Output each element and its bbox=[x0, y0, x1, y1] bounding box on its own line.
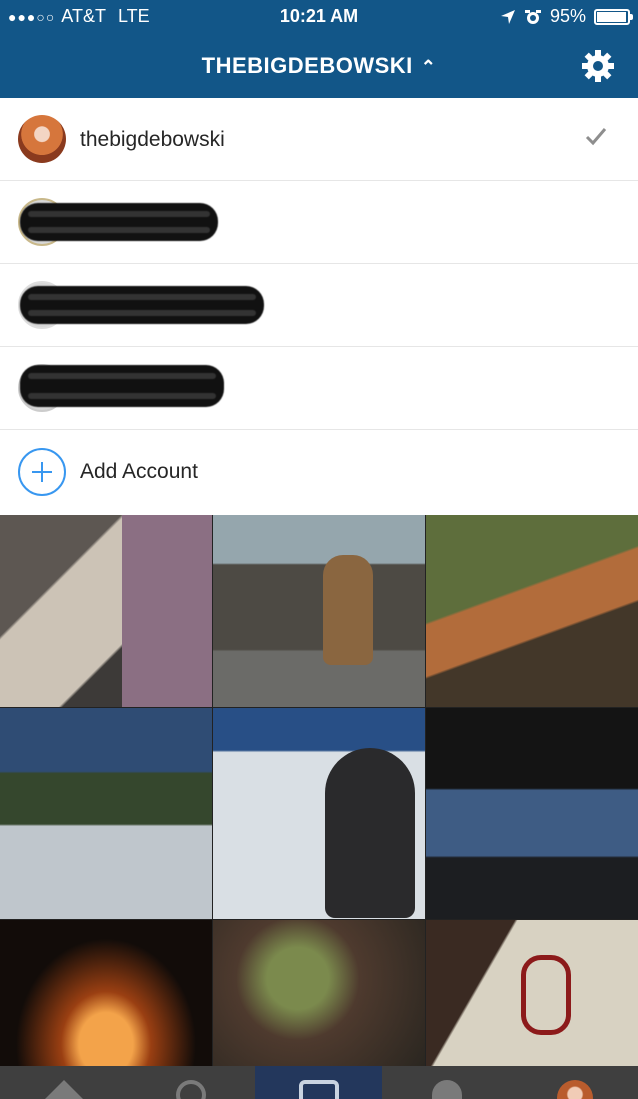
redaction-scribble bbox=[20, 286, 264, 324]
account-row-current[interactable]: thebigdebowski bbox=[0, 98, 638, 181]
header-title: THEBIGDEBOWSKI bbox=[201, 53, 413, 78]
heart-icon bbox=[431, 1080, 462, 1099]
photo-thumbnail[interactable] bbox=[0, 920, 212, 1066]
photo-thumbnail[interactable] bbox=[0, 708, 212, 919]
redaction-scribble bbox=[20, 203, 218, 241]
app-header: THEBIGDEBOWSKI ⌃ bbox=[0, 34, 638, 98]
account-row-redacted[interactable] bbox=[0, 347, 638, 430]
tab-activity[interactable] bbox=[383, 1066, 510, 1099]
checkmark-icon bbox=[585, 128, 607, 146]
search-icon bbox=[175, 1080, 206, 1099]
account-list: thebigdebowski Add Account bbox=[0, 98, 638, 515]
status-right: 95% bbox=[500, 6, 633, 27]
account-row-redacted[interactable] bbox=[0, 181, 638, 264]
account-switcher[interactable]: THEBIGDEBOWSKI ⌃ bbox=[0, 53, 638, 79]
account-username: thebigdebowski bbox=[80, 128, 225, 151]
photo-thumbnail[interactable] bbox=[213, 708, 425, 919]
photo-thumbnail[interactable] bbox=[426, 515, 638, 707]
photo-thumbnail[interactable] bbox=[213, 920, 425, 1066]
battery-icon bbox=[594, 8, 633, 25]
location-arrow-icon bbox=[500, 9, 515, 24]
avatar bbox=[18, 115, 66, 163]
photo-thumbnail[interactable] bbox=[426, 920, 638, 1066]
battery-fill bbox=[597, 11, 626, 22]
home-icon bbox=[44, 1080, 83, 1099]
tab-home[interactable] bbox=[0, 1066, 127, 1099]
account-row-redacted[interactable] bbox=[0, 264, 638, 347]
alarm-clock-icon bbox=[524, 9, 541, 24]
add-account-label: Add Account bbox=[80, 460, 198, 483]
plus-circle-icon bbox=[18, 448, 66, 496]
chevron-up-icon: ⌃ bbox=[420, 57, 437, 77]
tab-profile[interactable] bbox=[511, 1066, 638, 1099]
tab-camera[interactable] bbox=[255, 1066, 382, 1099]
add-account-row[interactable]: Add Account bbox=[0, 430, 638, 515]
profile-avatar-icon bbox=[556, 1080, 593, 1099]
gear-icon[interactable] bbox=[580, 48, 616, 84]
battery-percent: 95% bbox=[549, 6, 586, 26]
photo-thumbnail[interactable] bbox=[426, 708, 638, 919]
bottom-tab-bar bbox=[0, 1066, 638, 1099]
redaction-scribble bbox=[20, 365, 224, 407]
photo-thumbnail[interactable] bbox=[213, 515, 425, 707]
tab-search[interactable] bbox=[127, 1066, 254, 1099]
status-bar: ●●●○○ AT&T LTE 10:21 AM 95% bbox=[0, 0, 638, 34]
photo-grid bbox=[0, 515, 638, 1066]
photo-thumbnail[interactable] bbox=[0, 515, 212, 707]
camera-icon bbox=[298, 1080, 339, 1099]
